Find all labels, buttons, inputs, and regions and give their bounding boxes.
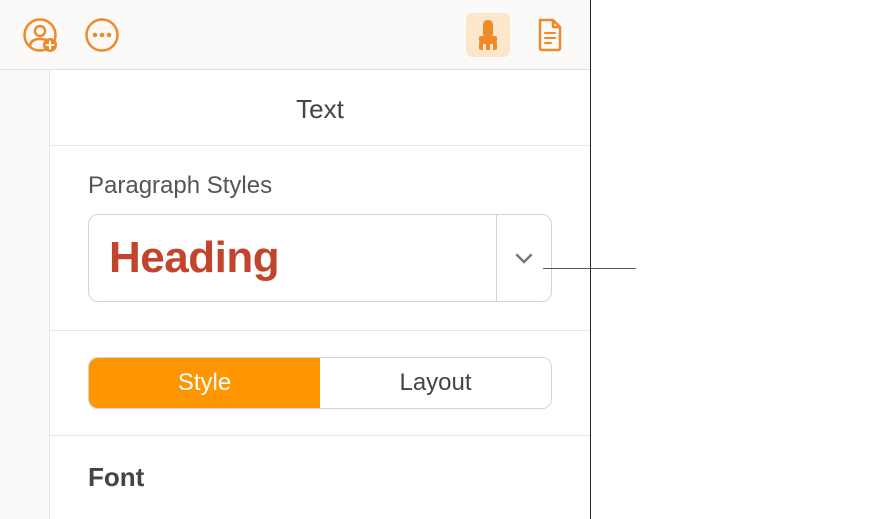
- panel-title: Text: [50, 70, 590, 146]
- toolbar: [0, 0, 590, 70]
- document-button[interactable]: [528, 13, 572, 57]
- paragraph-style-dropdown[interactable]: Heading: [88, 214, 552, 302]
- chevron-down-icon: [515, 252, 533, 264]
- format-panel: Text Paragraph Styles Heading Style Layo…: [50, 70, 590, 519]
- paragraph-styles-label: Paragraph Styles: [88, 172, 552, 200]
- font-section: Font: [50, 436, 590, 519]
- collaborate-icon: [22, 17, 58, 53]
- tabs-section: Style Layout: [50, 331, 590, 436]
- document-icon: [536, 18, 564, 52]
- left-sidebar-edge: [0, 70, 50, 519]
- style-layout-tabs: Style Layout: [88, 357, 552, 409]
- more-button[interactable]: [80, 13, 124, 57]
- callout-line: [543, 268, 636, 269]
- collaborate-button[interactable]: [18, 13, 62, 57]
- more-icon: [84, 17, 120, 53]
- paragraph-style-value: Heading: [89, 233, 496, 283]
- format-brush-icon: [473, 18, 503, 52]
- tab-style[interactable]: Style: [89, 358, 320, 408]
- font-label: Font: [88, 462, 552, 493]
- format-button[interactable]: [466, 13, 510, 57]
- paragraph-styles-section: Paragraph Styles Heading: [50, 146, 590, 331]
- tab-layout[interactable]: Layout: [320, 358, 551, 408]
- dropdown-arrow-button[interactable]: [496, 215, 551, 301]
